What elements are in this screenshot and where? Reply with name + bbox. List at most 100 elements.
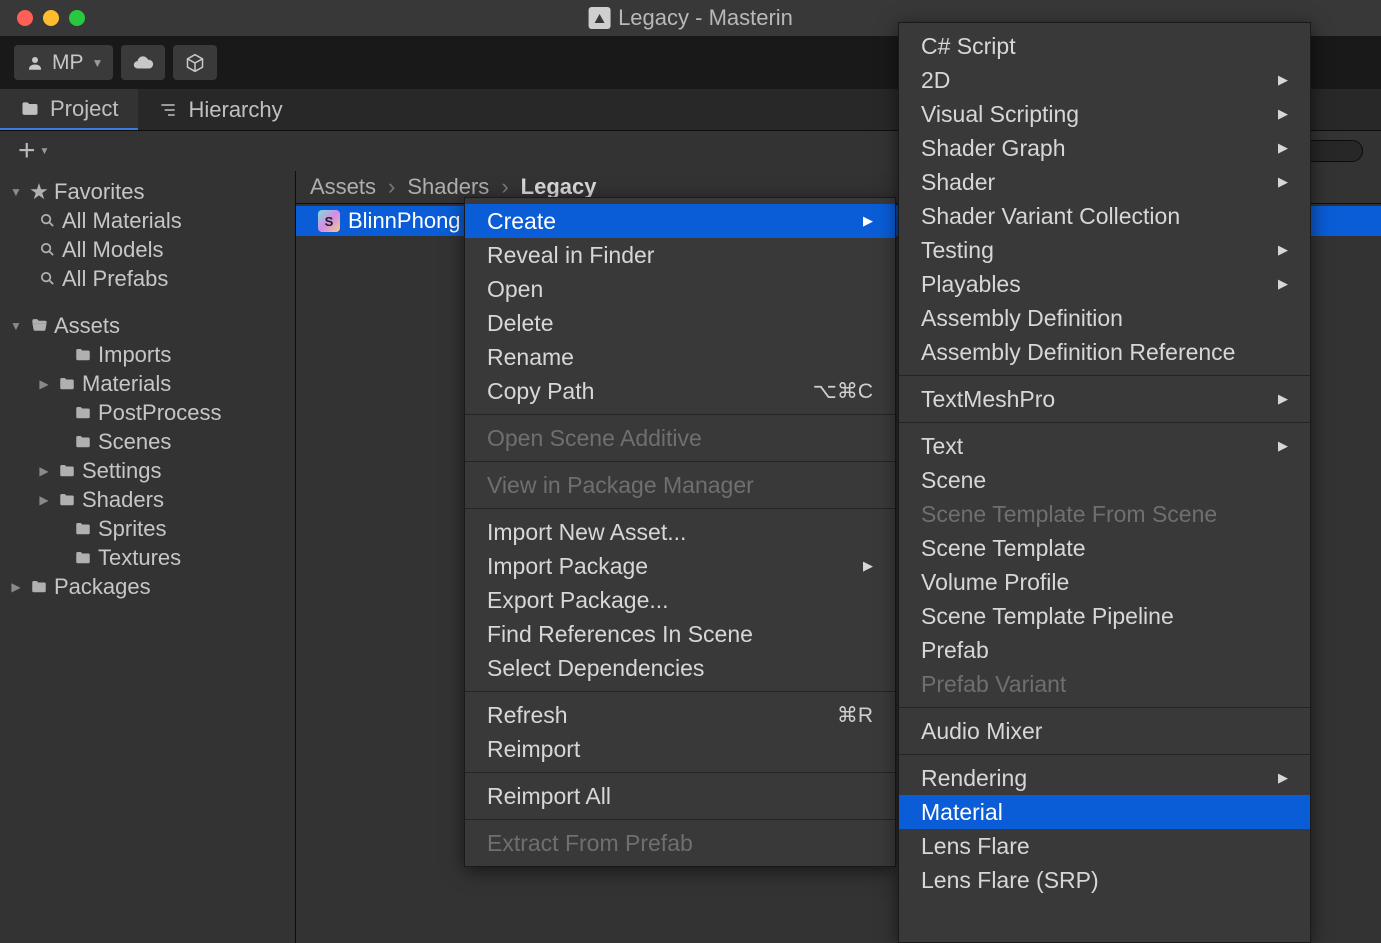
- add-button[interactable]: +: [18, 136, 36, 166]
- ctx-reimport-all[interactable]: Reimport All: [465, 779, 895, 813]
- sub-testing[interactable]: Testing▶: [899, 233, 1310, 267]
- sub-shader[interactable]: Shader▶: [899, 165, 1310, 199]
- sidebar-packages[interactable]: ▶Packages: [0, 572, 295, 601]
- sidebar-all-models[interactable]: All Models: [0, 235, 295, 264]
- search-icon: [36, 212, 58, 229]
- ctx-rename[interactable]: Rename: [465, 340, 895, 374]
- cloud-button[interactable]: [121, 45, 165, 80]
- ctx-find-references[interactable]: Find References In Scene: [465, 617, 895, 651]
- chevron-right-icon: ▶: [1278, 72, 1288, 88]
- separator: [465, 414, 895, 415]
- sub-textmeshpro[interactable]: TextMeshPro▶: [899, 382, 1310, 416]
- folder-icon: [56, 375, 78, 393]
- sub-scene[interactable]: Scene: [899, 463, 1310, 497]
- ctx-extract-from-prefab: Extract From Prefab: [465, 826, 895, 860]
- sub-lens-flare-srp[interactable]: Lens Flare (SRP): [899, 863, 1310, 897]
- sidebar-sprites[interactable]: Sprites: [0, 514, 295, 543]
- ctx-reveal-in-finder[interactable]: Reveal in Finder: [465, 238, 895, 272]
- ctx-delete[interactable]: Delete: [465, 306, 895, 340]
- sub-csharp-script[interactable]: C# Script: [899, 29, 1310, 63]
- sidebar-shaders[interactable]: ▶Shaders: [0, 485, 295, 514]
- separator: [465, 461, 895, 462]
- hierarchy-icon: [158, 100, 178, 120]
- sub-visual-scripting[interactable]: Visual Scripting▶: [899, 97, 1310, 131]
- sidebar-materials[interactable]: ▶Materials: [0, 369, 295, 398]
- traffic-lights: [0, 10, 85, 26]
- sub-playables[interactable]: Playables▶: [899, 267, 1310, 301]
- separator: [465, 691, 895, 692]
- sub-assembly-definition-reference[interactable]: Assembly Definition Reference: [899, 335, 1310, 369]
- sub-lens-flare[interactable]: Lens Flare: [899, 829, 1310, 863]
- folder-icon: [28, 578, 50, 596]
- ctx-open[interactable]: Open: [465, 272, 895, 306]
- ctx-create[interactable]: Create▶: [465, 204, 895, 238]
- separator: [899, 375, 1310, 376]
- sub-audio-mixer[interactable]: Audio Mixer: [899, 714, 1310, 748]
- sidebar-scenes[interactable]: Scenes: [0, 427, 295, 456]
- shader-file-icon: S: [318, 210, 340, 232]
- sidebar-assets[interactable]: ▼Assets: [0, 311, 295, 340]
- sidebar-favorites[interactable]: ▼★Favorites: [0, 177, 295, 206]
- folder-icon: [72, 520, 94, 538]
- tab-project[interactable]: Project: [0, 89, 138, 130]
- sub-scene-template-pipeline[interactable]: Scene Template Pipeline: [899, 599, 1310, 633]
- separator: [899, 754, 1310, 755]
- ctx-copy-path[interactable]: Copy Path⌥⌘C: [465, 374, 895, 408]
- ctx-import-new-asset[interactable]: Import New Asset...: [465, 515, 895, 549]
- star-icon: ★: [28, 179, 50, 205]
- sidebar-all-materials[interactable]: All Materials: [0, 206, 295, 235]
- maximize-button[interactable]: [69, 10, 85, 26]
- sub-2d[interactable]: 2D▶: [899, 63, 1310, 97]
- account-button[interactable]: MP ▼: [14, 45, 113, 80]
- ctx-open-scene-additive: Open Scene Additive: [465, 421, 895, 455]
- person-icon: [26, 54, 44, 72]
- sub-rendering[interactable]: Rendering▶: [899, 761, 1310, 795]
- chevron-down-icon: ▼: [92, 56, 104, 70]
- close-button[interactable]: [17, 10, 33, 26]
- sub-shader-graph[interactable]: Shader Graph▶: [899, 131, 1310, 165]
- cloud-icon: [132, 52, 154, 74]
- sub-scene-template[interactable]: Scene Template: [899, 531, 1310, 565]
- chevron-right-icon: ›: [388, 174, 395, 200]
- chevron-down-icon[interactable]: ▼: [40, 146, 50, 157]
- ctx-export-package[interactable]: Export Package...: [465, 583, 895, 617]
- package-button[interactable]: [173, 45, 217, 80]
- search-icon: [36, 270, 58, 287]
- tab-hierarchy[interactable]: Hierarchy: [138, 89, 302, 130]
- project-sidebar: ▼★Favorites All Materials All Models All…: [0, 171, 296, 943]
- unity-logo-icon: [588, 7, 610, 29]
- sub-prefab[interactable]: Prefab: [899, 633, 1310, 667]
- folder-icon: [20, 99, 40, 119]
- minimize-button[interactable]: [43, 10, 59, 26]
- chevron-right-icon: ▶: [1278, 770, 1288, 786]
- folder-icon: [72, 404, 94, 422]
- sub-text[interactable]: Text▶: [899, 429, 1310, 463]
- ctx-select-dependencies[interactable]: Select Dependencies: [465, 651, 895, 685]
- sub-shader-variant-collection[interactable]: Shader Variant Collection: [899, 199, 1310, 233]
- sidebar-textures[interactable]: Textures: [0, 543, 295, 572]
- sidebar-postprocess[interactable]: PostProcess: [0, 398, 295, 427]
- cube-icon: [185, 53, 205, 73]
- sidebar-imports[interactable]: Imports: [0, 340, 295, 369]
- sidebar-settings[interactable]: ▶Settings: [0, 456, 295, 485]
- chevron-right-icon: ▶: [1278, 174, 1288, 190]
- context-menu: Create▶ Reveal in Finder Open Delete Ren…: [464, 197, 896, 867]
- ctx-view-package-manager: View in Package Manager: [465, 468, 895, 502]
- sub-material[interactable]: Material: [899, 795, 1310, 829]
- chevron-right-icon: ▶: [1278, 438, 1288, 454]
- sidebar-all-prefabs[interactable]: All Prefabs: [0, 264, 295, 293]
- ctx-import-package[interactable]: Import Package▶: [465, 549, 895, 583]
- account-label: MP: [52, 51, 84, 75]
- window-title: Legacy - Masterin: [588, 5, 793, 31]
- chevron-right-icon: ▶: [1278, 391, 1288, 407]
- ctx-refresh[interactable]: Refresh⌘R: [465, 698, 895, 732]
- file-name: BlinnPhong: [348, 208, 461, 234]
- folder-icon: [72, 549, 94, 567]
- separator: [465, 772, 895, 773]
- sub-assembly-definition[interactable]: Assembly Definition: [899, 301, 1310, 335]
- ctx-reimport[interactable]: Reimport: [465, 732, 895, 766]
- breadcrumb-assets[interactable]: Assets: [310, 174, 376, 200]
- sub-volume-profile[interactable]: Volume Profile: [899, 565, 1310, 599]
- separator: [899, 422, 1310, 423]
- chevron-right-icon: ▶: [1278, 242, 1288, 258]
